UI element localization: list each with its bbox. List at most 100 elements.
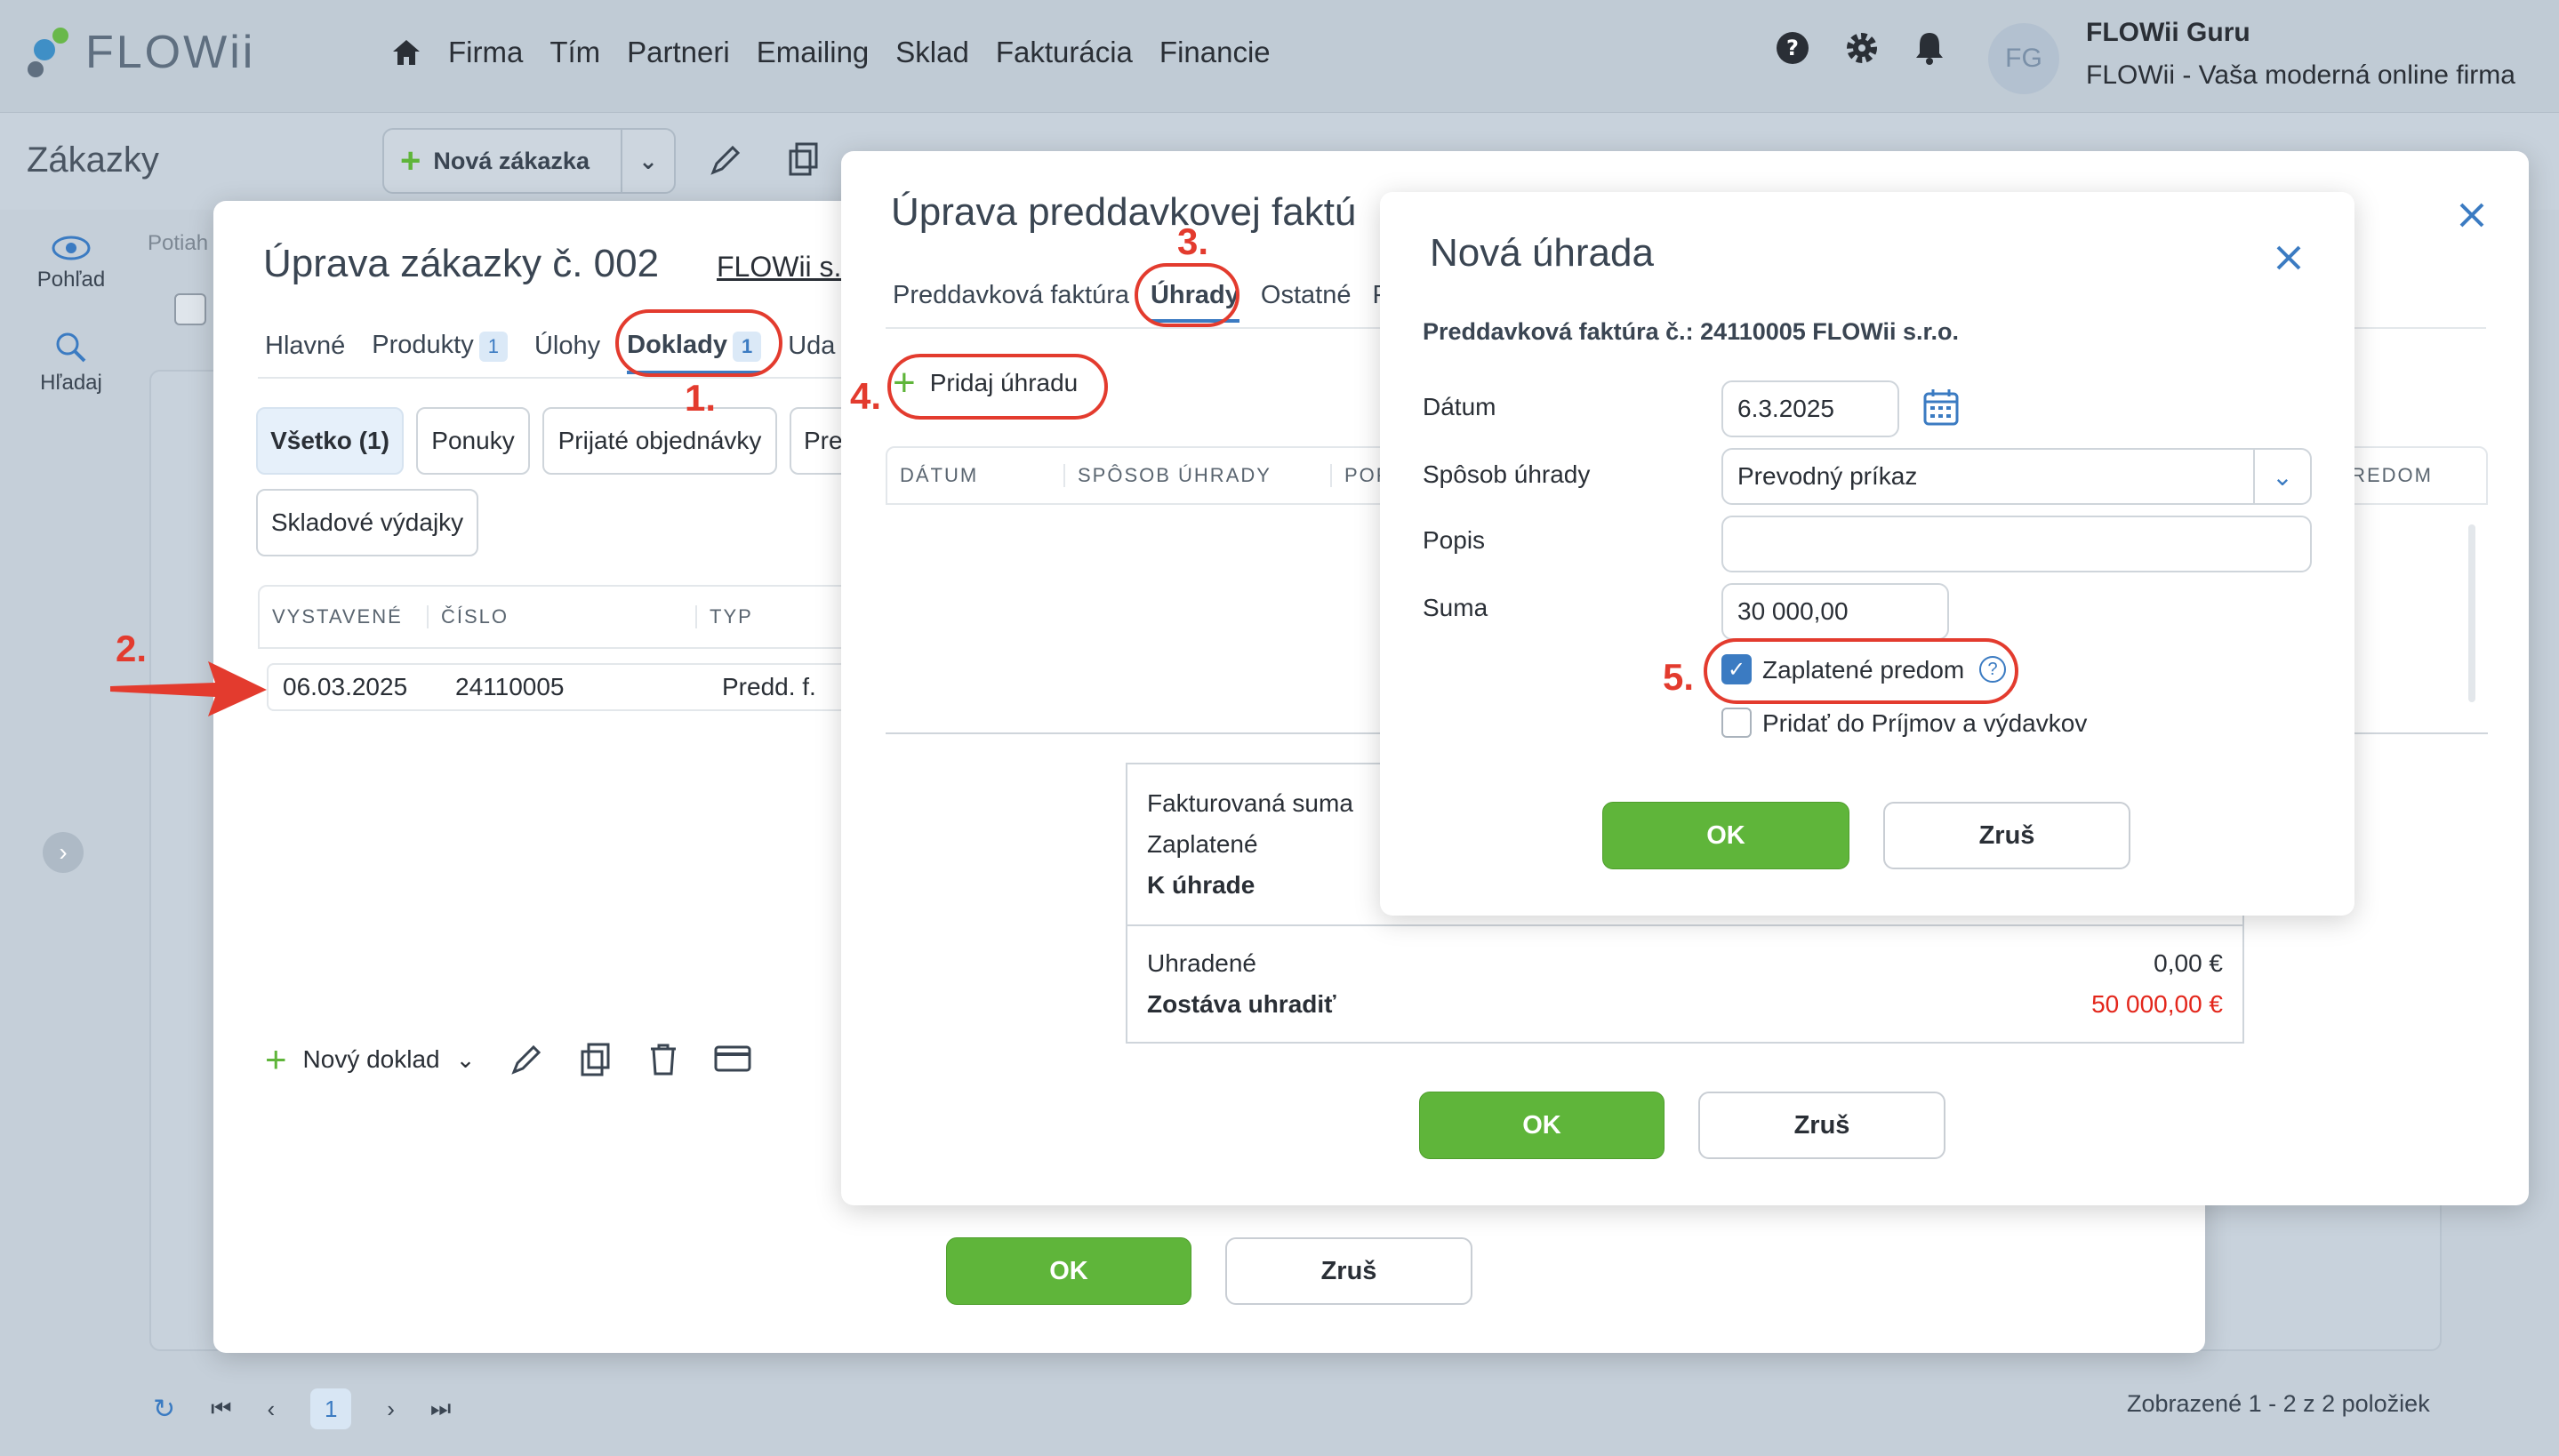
top-icons: ? — [1775, 30, 1945, 66]
order-ok-button[interactable]: OK — [946, 1237, 1191, 1305]
current-page[interactable]: 1 — [310, 1388, 352, 1429]
method-label: Spôsob úhrady — [1423, 460, 1591, 488]
payment-method-select[interactable]: Prevodný príkaz ⌄ — [1721, 448, 2312, 505]
sidebar-item-view[interactable]: Pohľad — [0, 235, 142, 292]
gear-icon[interactable] — [1844, 30, 1880, 66]
avatar[interactable]: FG — [1988, 23, 2059, 94]
order-cancel-button[interactable]: Zruš — [1225, 1237, 1472, 1305]
top-bar — [0, 0, 2559, 112]
chip-offers[interactable]: Ponuky — [416, 407, 530, 475]
tab-invoice[interactable]: Preddavková faktúra — [893, 281, 1129, 310]
chevron-down-icon[interactable]: ⌄ — [2253, 450, 2310, 503]
tab-other[interactable]: Ostatné — [1261, 281, 1352, 310]
copy-icon[interactable] — [786, 140, 822, 178]
column-header[interactable]: ČÍSLO — [429, 605, 697, 628]
eye-icon — [52, 236, 91, 260]
description-input[interactable] — [1721, 516, 2312, 572]
payment-dialog-title: Nová úhrada — [1430, 231, 1654, 275]
chevron-down-icon[interactable]: ⌄ — [621, 130, 674, 192]
payment-ok-button[interactable]: OK — [1602, 802, 1849, 869]
payment-card-icon[interactable] — [713, 1043, 752, 1076]
page-title: Zákazky — [27, 140, 159, 180]
annotation-step-1: 1. — [685, 377, 717, 419]
tab-events[interactable]: Uda — [788, 332, 835, 361]
date-label: Dátum — [1423, 393, 1496, 420]
order-dialog-title: Úprava zákazky č. 002 — [263, 242, 660, 285]
next-page-icon[interactable]: › — [387, 1396, 395, 1423]
row-date: 06.03.2025 — [283, 673, 408, 700]
home-icon[interactable] — [391, 38, 421, 67]
prev-page-icon[interactable]: ‹ — [268, 1396, 276, 1423]
description-label: Popis — [1423, 526, 1486, 554]
nav-partneri[interactable]: Partneri — [627, 36, 730, 69]
close-icon[interactable] — [2456, 199, 2488, 231]
last-page-icon[interactable]: ⏭ — [430, 1395, 451, 1423]
invoice-dialog-title: Úprava preddavkovej faktú — [891, 190, 1357, 234]
sum-input[interactable]: 30 000,00 — [1721, 583, 1949, 640]
annotation-ring-5 — [1704, 638, 2018, 704]
row-type: Predd. f. — [722, 673, 816, 700]
svg-text:?: ? — [1786, 36, 1799, 60]
plus-icon: + — [265, 1038, 287, 1080]
partner-link[interactable]: FLOWii s. — [717, 251, 841, 284]
main-nav: Firma Tím Partneri Emailing Sklad Faktur… — [391, 36, 1271, 69]
column-header[interactable]: VYSTAVENÉ — [260, 605, 429, 628]
close-icon[interactable] — [2273, 242, 2305, 274]
paid-label: Zaplatené — [1147, 830, 1258, 858]
nav-sklad[interactable]: Sklad — [895, 36, 969, 69]
new-order-button[interactable]: + Nová zákazka ⌄ — [382, 128, 676, 194]
nav-emailing[interactable]: Emailing — [757, 36, 870, 69]
payment-method-value: Prevodný príkaz — [1737, 462, 1918, 490]
documents-table-header: VYSTAVENÉ ČÍSLO TYP — [258, 585, 862, 649]
pencil-icon[interactable] — [509, 1042, 544, 1077]
tab-products[interactable]: Produkty 1 — [372, 331, 508, 362]
chip-all[interactable]: Všetko (1) — [256, 407, 404, 475]
nav-financie[interactable]: Financie — [1159, 36, 1271, 69]
column-header[interactable]: REDOM — [2351, 464, 2486, 487]
trash-icon[interactable] — [647, 1042, 679, 1077]
invoice-ok-button[interactable]: OK — [1419, 1092, 1665, 1159]
calendar-icon[interactable] — [1922, 388, 1960, 427]
sum-label: Suma — [1423, 594, 1488, 621]
column-header[interactable]: SPÔSOB ÚHRADY — [1065, 464, 1332, 487]
income-checkbox[interactable] — [1721, 708, 1752, 738]
payment-cancel-button[interactable]: Zruš — [1883, 802, 2130, 869]
sidebar-item-search[interactable]: Hľadaj — [0, 331, 142, 396]
help-icon[interactable]: ? — [1775, 30, 1810, 66]
new-document-label: Nový doklad — [302, 1045, 440, 1073]
invoice-cancel-button[interactable]: Zruš — [1698, 1092, 1945, 1159]
nav-fakturacia[interactable]: Fakturácia — [996, 36, 1133, 69]
bell-icon[interactable] — [1913, 30, 1945, 66]
chip-warehouse-issues[interactable]: Skladové výdajky — [256, 489, 478, 556]
column-header[interactable]: TYP — [697, 605, 753, 628]
annotation-ring-4 — [887, 354, 1108, 420]
table-row[interactable]: 06.03.2025 24110005 Predd. f. — [267, 663, 862, 711]
new-document-button[interactable]: + Nový doklad ⌄ — [265, 1038, 475, 1081]
annotation-ring-3 — [1135, 263, 1239, 327]
refresh-icon[interactable]: ↻ — [153, 1394, 175, 1425]
first-page-icon[interactable]: ⏮ — [211, 1395, 231, 1423]
nav-firma[interactable]: Firma — [448, 36, 523, 69]
tab-tasks[interactable]: Úlohy — [534, 332, 600, 361]
chip-received-orders[interactable]: Prijaté objednávky — [542, 407, 777, 475]
copy-icon[interactable] — [578, 1041, 614, 1078]
tab-main[interactable]: Hlavné — [265, 332, 345, 361]
remaining-label: Zostáva uhradiť — [1147, 990, 1336, 1018]
scrollbar[interactable] — [2468, 524, 2475, 702]
pencil-icon[interactable] — [708, 142, 743, 178]
date-field[interactable]: 6.3.2025 — [1721, 380, 1899, 437]
nav-tim[interactable]: Tím — [550, 36, 600, 69]
chevron-down-icon[interactable]: ⌄ — [456, 1046, 476, 1074]
tab-badge: 1 — [478, 332, 508, 362]
expand-sidebar-button[interactable]: › — [43, 832, 84, 873]
invoiced-label: Fakturovaná suma — [1147, 789, 1353, 817]
annotation-step-3: 3. — [1177, 220, 1209, 262]
annotation-step-4: 4. — [850, 375, 882, 417]
app-logo[interactable]: FLOWii — [25, 25, 255, 80]
column-header[interactable]: DÁTUM — [887, 464, 1065, 487]
tab-label: Produkty — [372, 331, 474, 359]
select-all-checkbox[interactable] — [174, 293, 206, 325]
left-sidebar: Pohľad Hľadaj › — [0, 210, 142, 1456]
income-label[interactable]: Pridať do Príjmov a výdavkov — [1762, 709, 2087, 738]
filter-hint: Potiah — [148, 231, 209, 255]
